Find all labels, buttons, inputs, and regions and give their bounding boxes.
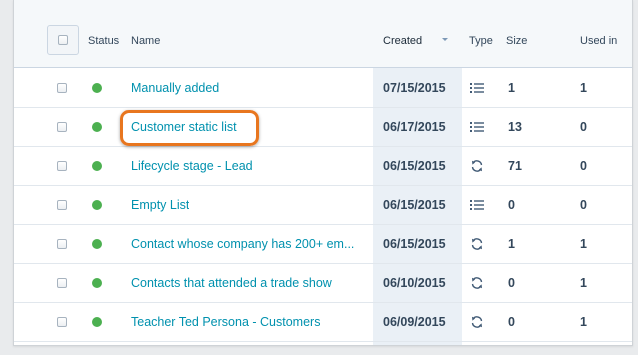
list-name-link[interactable]: Contacts that attended a trade show	[131, 276, 332, 291]
created-date: 06/15/2015	[383, 198, 446, 212]
table-row[interactable]: Lifecycle stage - Lead 06/15/2015 71 0	[14, 147, 632, 186]
used-in-count: 1	[580, 315, 587, 329]
sort-descending-icon[interactable]	[442, 38, 448, 41]
static-list-icon	[470, 120, 484, 134]
column-header-used-in[interactable]: Used in	[580, 34, 617, 48]
list-name-link[interactable]: Contact whose company has 200+ em...	[131, 237, 354, 252]
created-date: 06/15/2015	[383, 159, 446, 173]
row-checkbox[interactable]	[57, 278, 67, 288]
used-in-count: 1	[580, 237, 587, 251]
used-in-count: 0	[580, 198, 587, 212]
status-indicator-icon	[92, 122, 102, 132]
list-name-link[interactable]: Lifecycle stage - Lead	[131, 159, 253, 174]
list-size: 0	[508, 198, 515, 212]
used-in-count: 0	[580, 120, 587, 134]
highlight-annotation	[120, 110, 259, 146]
table-row[interactable]: Empty List 06/15/2015 0 0	[14, 186, 632, 225]
static-list-icon	[470, 198, 484, 212]
column-header-status[interactable]: Status	[88, 34, 119, 48]
column-header-name[interactable]: Name	[131, 34, 160, 48]
created-date: 07/15/2015	[383, 81, 446, 95]
list-size: 0	[508, 276, 515, 290]
table-row[interactable]: Customer static list 06/17/2015 13 0	[14, 108, 632, 147]
created-date: 06/10/2015	[383, 276, 446, 290]
active-list-icon	[470, 276, 484, 290]
created-date: 06/17/2015	[383, 120, 446, 134]
row-checkbox[interactable]	[57, 239, 67, 249]
column-header-created[interactable]: Created	[383, 34, 422, 48]
used-in-count: 1	[580, 276, 587, 290]
created-date: 06/15/2015	[383, 237, 446, 251]
active-list-icon	[470, 159, 484, 173]
status-indicator-icon	[92, 161, 102, 171]
status-indicator-icon	[92, 278, 102, 288]
status-indicator-icon	[92, 317, 102, 327]
select-all-button[interactable]	[47, 25, 79, 55]
used-in-count: 1	[580, 81, 587, 95]
list-size: 71	[508, 159, 522, 173]
row-checkbox[interactable]	[57, 83, 67, 93]
table-row[interactable]: Teacher Ted Persona - Customers 06/09/201…	[14, 303, 632, 342]
list-name-link[interactable]: Manually added	[131, 81, 219, 96]
status-indicator-icon	[92, 200, 102, 210]
static-list-icon	[470, 81, 484, 95]
row-checkbox[interactable]	[57, 317, 67, 327]
list-size: 0	[508, 315, 515, 329]
column-header-type[interactable]: Type	[469, 34, 493, 48]
row-checkbox[interactable]	[57, 200, 67, 210]
table-row[interactable]: Contacts that attended a trade show 06/10…	[14, 264, 632, 303]
list-name-link[interactable]: Teacher Ted Persona - Customers	[131, 315, 320, 330]
table-row[interactable]: Manually added 07/15/2015 1 1	[14, 69, 632, 108]
used-in-count: 0	[580, 159, 587, 173]
table-header: Status Name Created Type Size Used in	[14, 0, 632, 68]
row-checkbox[interactable]	[57, 122, 67, 132]
created-date: 06/09/2015	[383, 315, 446, 329]
active-list-icon	[470, 315, 484, 329]
list-name-link[interactable]: Empty List	[131, 198, 189, 213]
lists-table: Status Name Created Type Size Used in Ma…	[13, 0, 633, 346]
status-indicator-icon	[92, 239, 102, 249]
status-indicator-icon	[92, 83, 102, 93]
list-size: 1	[508, 81, 515, 95]
select-all-checkbox[interactable]	[58, 35, 68, 45]
list-size: 1	[508, 237, 515, 251]
active-list-icon	[470, 237, 484, 251]
column-header-size[interactable]: Size	[506, 34, 527, 48]
table-row[interactable]: Contact whose company has 200+ em... 06/1…	[14, 225, 632, 264]
list-size: 13	[508, 120, 522, 134]
row-checkbox[interactable]	[57, 161, 67, 171]
